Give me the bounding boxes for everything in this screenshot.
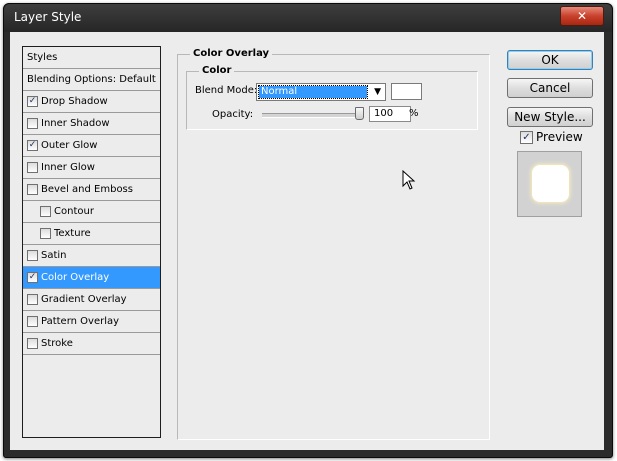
style-item-label: Inner Shadow [41,118,110,129]
styles-list: Styles Blending Options: Default ✓ Drop S… [22,46,161,438]
style-item-label: Contour [54,206,94,217]
opacity-unit: % [409,108,419,119]
title-bar[interactable]: Layer Style ✕ [4,4,612,32]
cancel-button[interactable]: Cancel [507,78,593,98]
blending-options-item[interactable]: Blending Options: Default [23,69,160,91]
style-item-label: Bevel and Emboss [41,184,133,195]
style-item-label: Stroke [41,338,73,349]
style-item-stroke[interactable]: Stroke [23,333,160,355]
style-item-inner-shadow[interactable]: Inner Shadow [23,113,160,135]
style-item-inner-glow[interactable]: Inner Glow [23,157,160,179]
opacity-input[interactable]: 100 [369,106,411,122]
new-style-button[interactable]: New Style... [507,107,593,127]
close-icon: ✕ [576,9,588,23]
style-item-checkbox[interactable] [27,118,38,129]
opacity-slider-track[interactable] [262,113,362,118]
blend-mode-dropdown[interactable]: Normal ▼ [256,83,386,101]
mouse-pointer-icon [402,170,416,190]
style-item-pattern-overlay[interactable]: Pattern Overlay [23,311,160,333]
style-item-checkbox[interactable] [27,162,38,173]
color-subgroup-title: Color [199,65,235,76]
opacity-slider-thumb[interactable] [355,107,364,120]
style-item-contour[interactable]: Contour [23,201,160,223]
style-item-label: Gradient Overlay [41,294,127,305]
blend-mode-value: Normal [258,85,368,99]
style-item-label: Outer Glow [41,140,98,151]
style-item-checkbox[interactable]: ✓ [27,272,38,283]
layer-style-window: Layer Style ✕ Styles Blending Options: D… [3,3,613,458]
style-item-label: Color Overlay [41,272,110,283]
preview-checkbox[interactable]: ✓ [520,131,533,144]
style-item-drop-shadow[interactable]: ✓ Drop Shadow [23,91,160,113]
ok-button[interactable]: OK [507,50,593,70]
color-overlay-title: Color Overlay [190,48,273,59]
style-item-outer-glow[interactable]: ✓ Outer Glow [23,135,160,157]
overlay-color-swatch[interactable] [391,83,422,100]
opacity-label: Opacity: [212,109,254,120]
blend-mode-label: Blend Mode: [195,85,258,96]
style-item-checkbox[interactable] [27,316,38,327]
styles-list-header[interactable]: Styles [23,47,160,69]
style-item-checkbox[interactable] [27,184,38,195]
style-item-checkbox[interactable] [27,338,38,349]
style-item-checkbox[interactable] [40,228,51,239]
style-item-label: Inner Glow [41,162,95,173]
style-item-texture[interactable]: Texture [23,223,160,245]
style-item-label: Texture [54,228,91,239]
close-button[interactable]: ✕ [560,6,604,26]
style-item-gradient-overlay[interactable]: Gradient Overlay [23,289,160,311]
style-item-checkbox[interactable] [27,250,38,261]
style-item-satin[interactable]: Satin [23,245,160,267]
style-item-label: Pattern Overlay [41,316,120,327]
style-item-bevel-and-emboss[interactable]: Bevel and Emboss [23,179,160,201]
style-item-checkbox[interactable]: ✓ [27,96,38,107]
style-item-checkbox[interactable]: ✓ [27,140,38,151]
style-item-checkbox[interactable] [27,294,38,305]
dialog-body: Styles Blending Options: Default ✓ Drop S… [10,32,604,450]
style-item-checkbox[interactable] [40,206,51,217]
style-item-label: Satin [41,250,67,261]
style-item-color-overlay[interactable]: ✓ Color Overlay [23,267,160,289]
style-item-label: Drop Shadow [41,96,108,107]
preview-swatch [531,164,570,203]
chevron-down-icon: ▼ [374,87,381,97]
style-preview [517,151,582,217]
preview-label[interactable]: Preview [536,130,583,144]
window-title: Layer Style [14,10,82,24]
